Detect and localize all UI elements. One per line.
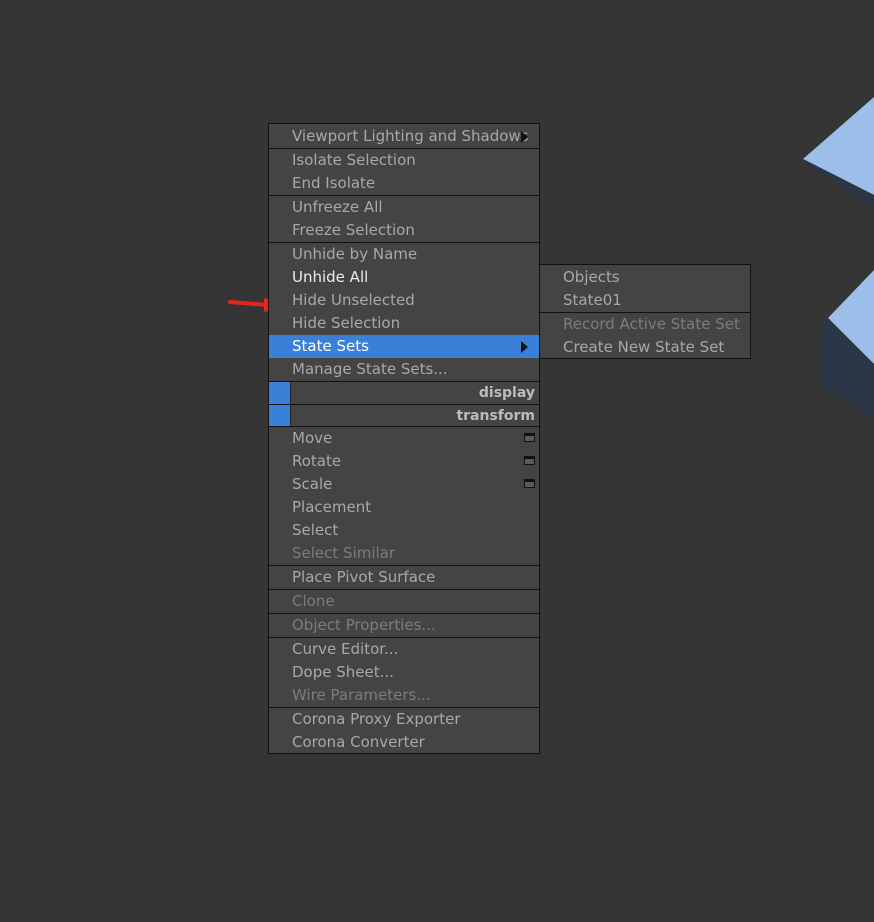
state-sets-submenu: Objects State01 Record Active State Set … <box>539 264 751 359</box>
submenu-arrow-icon <box>521 341 528 353</box>
menu-item-label: Move <box>292 429 333 447</box>
menu-item-object-properties[interactable]: Object Properties... <box>269 614 539 637</box>
menu-item-label: Objects <box>563 268 620 286</box>
menu-item-label: Freeze Selection <box>292 221 415 239</box>
menu-item-label: Corona Proxy Exporter <box>292 710 461 728</box>
menu-item-unfreeze-all[interactable]: Unfreeze All <box>269 196 539 219</box>
menu-item-rotate[interactable]: Rotate <box>269 450 539 473</box>
menu-item-label: Place Pivot Surface <box>292 568 436 586</box>
menu-item-label: Isolate Selection <box>292 151 416 169</box>
menu-item-label: Create New State Set <box>563 338 725 356</box>
menu-item-label: End Isolate <box>292 174 376 192</box>
submenu-item-create-new-state-set[interactable]: Create New State Set <box>540 336 750 359</box>
menu-item-viewport-lighting-and-shadows[interactable]: Viewport Lighting and Shadows <box>269 125 539 148</box>
quad-header-display: display <box>269 382 539 404</box>
menu-item-curve-editor[interactable]: Curve Editor... <box>269 638 539 661</box>
menu-item-state-sets[interactable]: State Sets <box>269 335 539 358</box>
menu-item-dope-sheet[interactable]: Dope Sheet... <box>269 661 539 684</box>
context-menu: Viewport Lighting and Shadows Isolate Se… <box>268 123 540 754</box>
menu-item-label: Unfreeze All <box>292 198 383 216</box>
menu-item-isolate-selection[interactable]: Isolate Selection <box>269 149 539 172</box>
menu-item-select-similar[interactable]: Select Similar <box>269 542 539 565</box>
menu-item-label: Record Active State Set <box>563 315 740 333</box>
menu-item-label: Dope Sheet... <box>292 663 394 681</box>
menu-item-unhide-by-name[interactable]: Unhide by Name <box>269 243 539 266</box>
menu-item-label: State01 <box>563 291 622 309</box>
submenu-item-state01[interactable]: State01 <box>540 289 750 312</box>
menu-item-move[interactable]: Move <box>269 427 539 450</box>
menu-item-corona-proxy-exporter[interactable]: Corona Proxy Exporter <box>269 708 539 731</box>
menu-item-label: Object Properties... <box>292 616 436 634</box>
menu-item-clone[interactable]: Clone <box>269 590 539 613</box>
menu-item-select[interactable]: Select <box>269 519 539 542</box>
menu-item-label: Rotate <box>292 452 342 470</box>
options-dialog-icon[interactable] <box>524 433 535 442</box>
quad-marker-icon <box>269 382 291 404</box>
menu-item-label: Corona Converter <box>292 733 425 751</box>
menu-item-unhide-all[interactable]: Unhide All <box>269 266 539 289</box>
submenu-item-objects[interactable]: Objects <box>540 266 750 289</box>
menu-item-corona-converter[interactable]: Corona Converter <box>269 731 539 754</box>
viewport-object-top <box>803 97 874 209</box>
options-dialog-icon[interactable] <box>524 479 535 488</box>
menu-item-place-pivot-surface[interactable]: Place Pivot Surface <box>269 566 539 589</box>
menu-item-label: Placement <box>292 498 372 516</box>
menu-item-label: Select <box>292 521 339 539</box>
menu-item-placement[interactable]: Placement <box>269 496 539 519</box>
menu-item-label: Wire Parameters... <box>292 686 431 704</box>
menu-item-label: Manage State Sets... <box>292 360 448 378</box>
menu-item-wire-parameters[interactable]: Wire Parameters... <box>269 684 539 707</box>
menu-item-label: Curve Editor... <box>292 640 399 658</box>
menu-item-label: Scale <box>292 475 333 493</box>
menu-item-label: Unhide by Name <box>292 245 418 263</box>
menu-item-label: State Sets <box>292 337 369 355</box>
menu-item-scale[interactable]: Scale <box>269 473 539 496</box>
menu-item-label: Unhide All <box>292 268 369 286</box>
quad-header-label: display <box>478 385 535 401</box>
quad-header-label: transform <box>456 408 535 424</box>
menu-item-label: Viewport Lighting and Shadows <box>292 127 529 145</box>
menu-item-label: Clone <box>292 592 335 610</box>
submenu-arrow-icon <box>521 131 528 143</box>
menu-item-hide-selection[interactable]: Hide Selection <box>269 312 539 335</box>
menu-item-hide-unselected[interactable]: Hide Unselected <box>269 289 539 312</box>
quad-marker-icon <box>269 405 291 427</box>
options-dialog-icon[interactable] <box>524 456 535 465</box>
quad-header-transform: transform <box>269 405 539 427</box>
menu-item-label: Hide Unselected <box>292 291 415 309</box>
menu-item-label: Select Similar <box>292 544 396 562</box>
submenu-item-record-active-state-set[interactable]: Record Active State Set <box>540 313 750 336</box>
menu-item-manage-state-sets[interactable]: Manage State Sets... <box>269 358 539 381</box>
menu-item-end-isolate[interactable]: End Isolate <box>269 172 539 195</box>
menu-item-label: Hide Selection <box>292 314 401 332</box>
menu-item-freeze-selection[interactable]: Freeze Selection <box>269 219 539 242</box>
viewport-object-bottom <box>822 270 874 416</box>
